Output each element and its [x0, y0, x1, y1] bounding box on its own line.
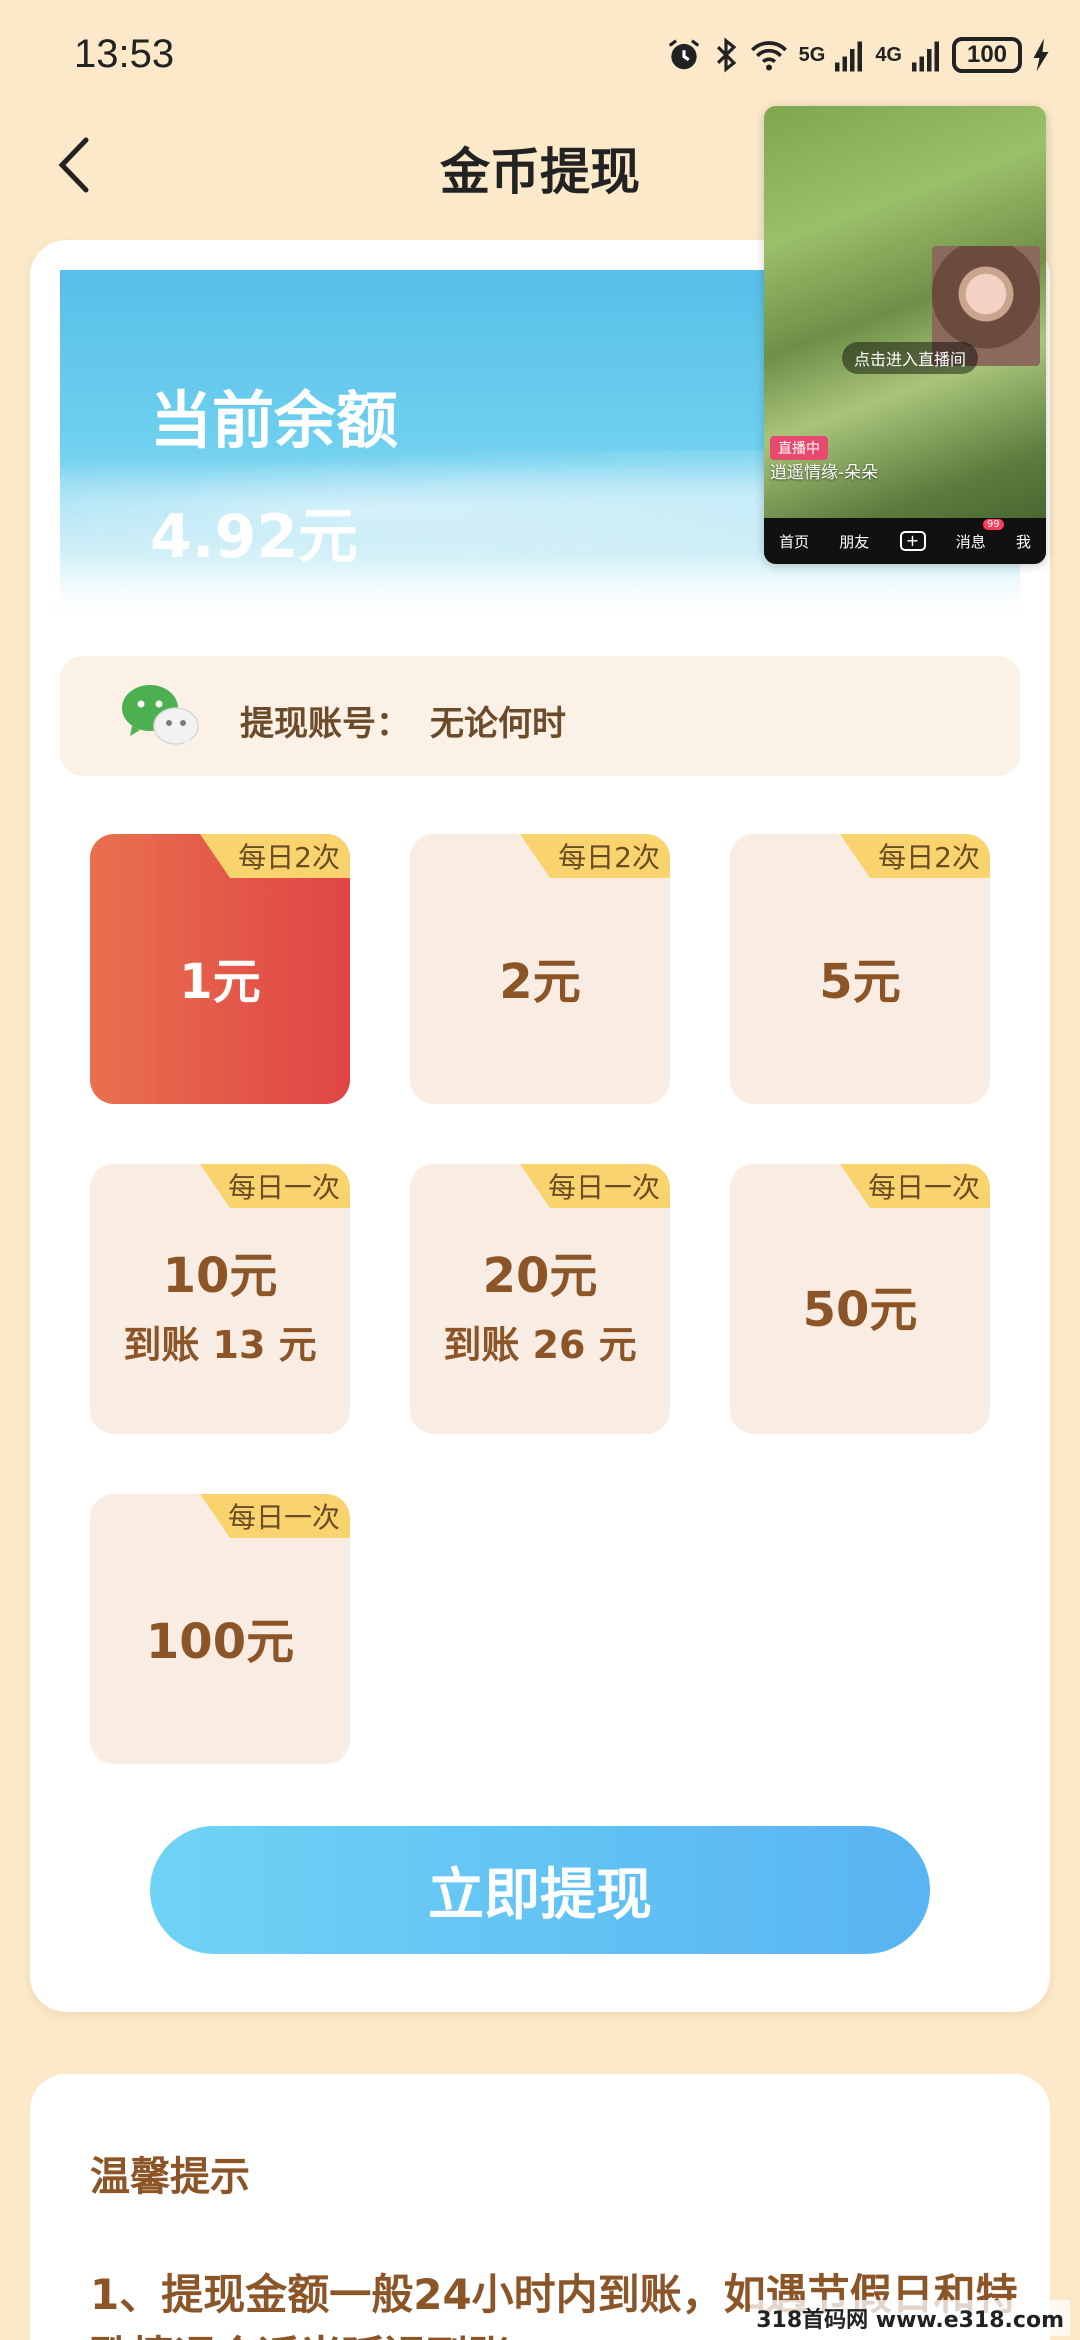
pip-nav-friends[interactable]: 朋友	[839, 531, 869, 552]
status-icons: 5G 4G 100	[665, 36, 1050, 74]
floating-live-video[interactable]: 点击进入直播间 直播中 逍遥情缘-朵朵 首页 朋友 + 消息 99 我	[764, 106, 1046, 564]
daily-limit-tag: 每日一次	[520, 1164, 670, 1208]
status-bar: 13:53 5G 4G 100	[0, 0, 1080, 120]
status-time: 13:53	[74, 32, 175, 76]
signal-icon	[835, 41, 863, 72]
amount-option-1[interactable]: 每日2次 1元	[90, 834, 350, 1104]
enter-live-room-button[interactable]: 点击进入直播间	[842, 342, 979, 374]
network-5g-label: 5G	[798, 43, 826, 66]
option-amount: 2元	[499, 954, 581, 1010]
withdraw-account-row[interactable]: 提现账号： 无论何时	[60, 656, 1020, 776]
streamer-name: 逍遥情缘-朵朵	[770, 463, 879, 483]
balance-label: 当前余额	[150, 384, 399, 457]
daily-limit-tag: 每日2次	[200, 834, 350, 878]
option-amount: 10元	[162, 1248, 278, 1304]
daily-limit-tag: 每日2次	[840, 834, 990, 878]
tips-title: 温馨提示	[90, 2154, 250, 2200]
daily-limit-tag: 每日一次	[200, 1164, 350, 1208]
pip-bottom-nav: 首页 朋友 + 消息 99 我	[764, 518, 1046, 564]
charging-icon	[1033, 38, 1049, 72]
wechat-icon	[122, 685, 199, 747]
withdraw-now-button[interactable]: 立即提现	[150, 1826, 930, 1954]
pip-nav-messages[interactable]: 消息 99	[955, 518, 1004, 552]
daily-limit-tag: 每日一次	[840, 1164, 990, 1208]
pip-nav-home[interactable]: 首页	[779, 531, 809, 552]
amount-option-5[interactable]: 每日2次 5元	[730, 834, 990, 1104]
amount-option-20[interactable]: 每日一次 20元 到账 26 元	[410, 1164, 670, 1434]
amount-option-100[interactable]: 每日一次 100元	[90, 1494, 350, 1764]
signal-icon	[912, 41, 939, 72]
option-amount: 5元	[819, 954, 901, 1010]
option-amount: 50元	[802, 1282, 918, 1338]
account-name: 无论何时	[430, 704, 566, 744]
pip-nav-messages-label: 消息	[955, 532, 986, 551]
account-label: 提现账号：	[240, 704, 410, 744]
network-4g-label: 4G	[875, 43, 902, 66]
pip-nav-me[interactable]: 我	[1016, 531, 1031, 552]
live-tag: 直播中	[770, 436, 828, 460]
balance-value: 4.92元	[150, 502, 359, 572]
option-amount: 20元	[482, 1248, 598, 1304]
amount-option-50[interactable]: 每日一次 50元	[730, 1164, 990, 1434]
daily-limit-tag: 每日一次	[200, 1494, 350, 1538]
option-credit-note: 到账 26 元	[443, 1323, 637, 1367]
alarm-icon	[668, 39, 699, 70]
watermark: 318首码网 www.e318.com	[750, 2300, 1070, 2336]
pip-nav-add[interactable]: +	[899, 531, 926, 551]
wifi-icon	[750, 41, 787, 71]
option-amount: 100元	[145, 1614, 295, 1670]
option-credit-note: 到账 13 元	[123, 1323, 317, 1367]
option-amount: 1元	[179, 954, 261, 1010]
daily-limit-tag: 每日2次	[520, 834, 670, 878]
message-badge: 99	[982, 518, 1004, 530]
battery-indicator: 100	[952, 37, 1022, 73]
amount-option-10[interactable]: 每日一次 10元 到账 13 元	[90, 1164, 350, 1434]
bluetooth-icon	[716, 37, 736, 73]
amount-option-2[interactable]: 每日2次 2元	[410, 834, 670, 1104]
